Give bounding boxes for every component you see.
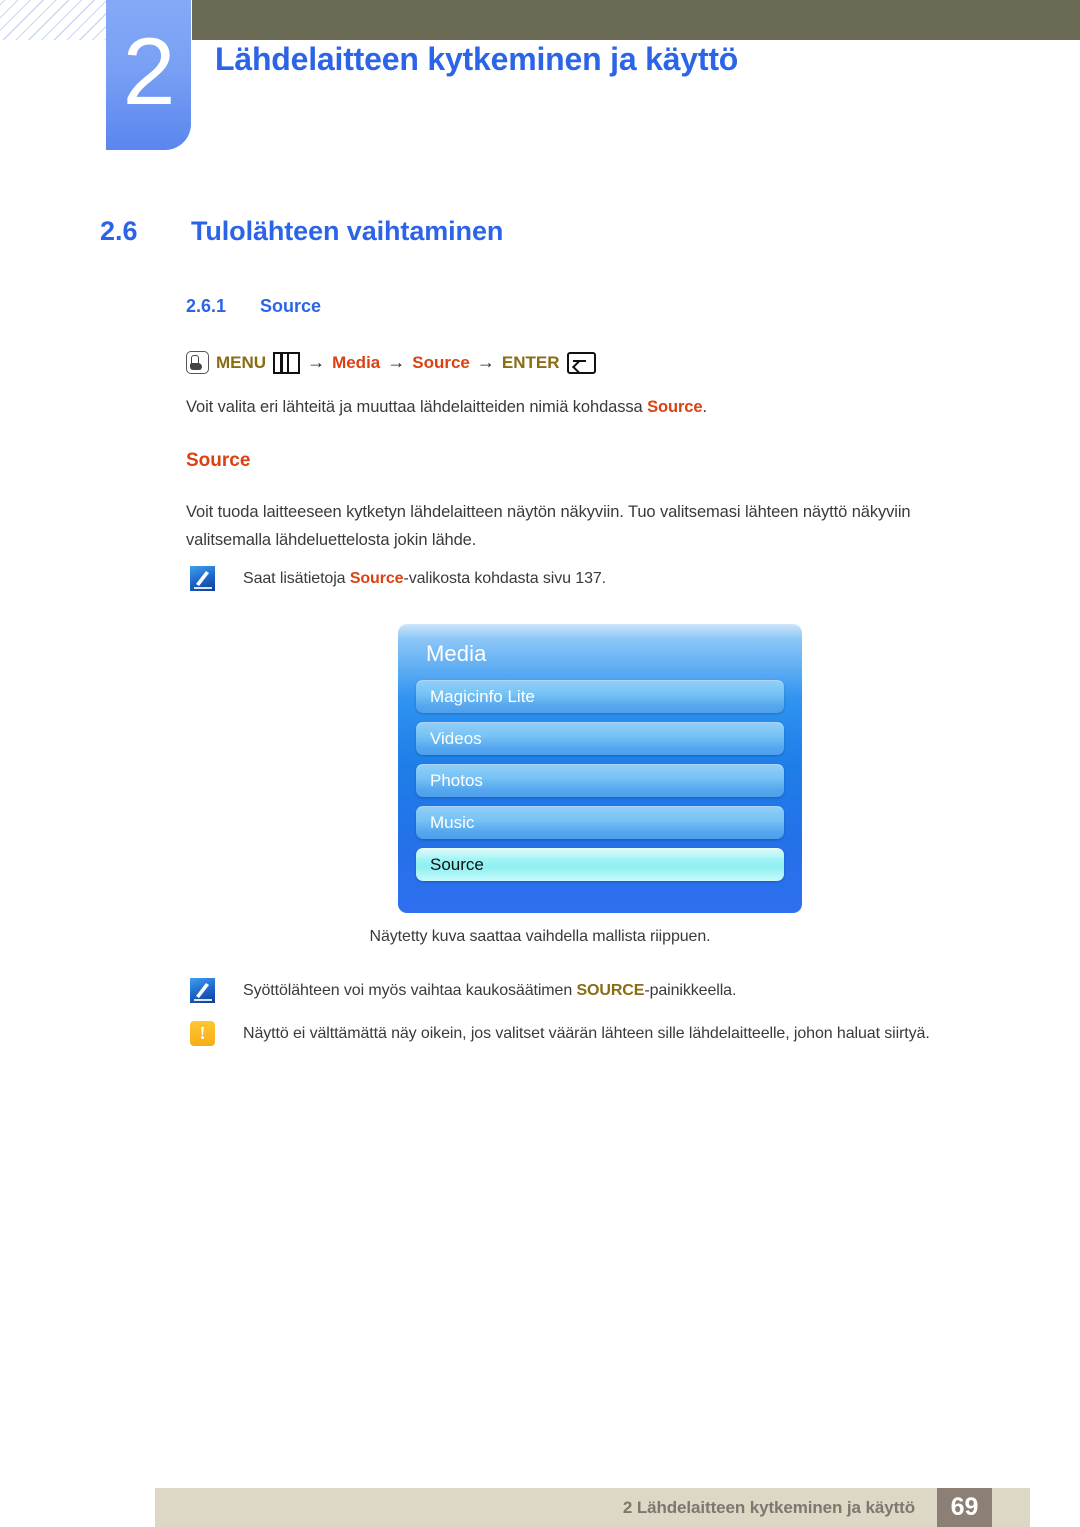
intro-highlight: Source	[647, 398, 703, 416]
intro-text-after: .	[702, 398, 707, 416]
osd-item-photos[interactable]: Photos	[416, 764, 784, 797]
section-number: 2.6	[100, 216, 138, 246]
note-text: Syöttölähteen voi myös vaihtaa kaukosäät…	[243, 978, 736, 1003]
note-item: Syöttölähteen voi myös vaihtaa kaukosäät…	[190, 978, 1010, 1003]
note-text-after: -painikkeella.	[644, 982, 737, 999]
page-footer: 2 Lähdelaitteen kytkeminen ja käyttö 69	[155, 1488, 1030, 1527]
intro-text-before: Voit valita eri lähteitä ja muuttaa lähd…	[186, 398, 648, 416]
hatch-pattern-decoration	[0, 0, 106, 40]
note-highlight: Source	[349, 570, 404, 587]
note-text: Saat lisätietoja Source-valikosta kohdas…	[243, 566, 606, 591]
intro-paragraph: Voit valita eri lähteitä ja muuttaa lähd…	[186, 393, 986, 421]
footer-chapter-text: 2 Lähdelaitteen kytkeminen ja käyttö	[622, 1497, 915, 1517]
warning-note-text: Näyttö ei välttämättä näy oikein, jos va…	[243, 1025, 930, 1042]
subsection-heading: 2.6.1 Source	[186, 296, 321, 317]
path-step-media: Media	[332, 352, 381, 372]
osd-item-videos[interactable]: Videos	[416, 722, 784, 755]
enter-label: ENTER	[501, 352, 560, 372]
warning-icon: !	[190, 1021, 215, 1046]
note-pen-icon	[190, 978, 215, 1003]
menu-label: MENU	[216, 352, 267, 372]
osd-item-source[interactable]: Source	[416, 848, 784, 881]
subsection-number: 2.6.1	[186, 296, 227, 316]
note-pen-icon	[190, 566, 215, 591]
note-text-before: Syöttölähteen voi myös vaihtaa kaukosäät…	[243, 982, 577, 999]
chapter-title: Lähdelaitteen kytkeminen ja käyttö	[215, 41, 739, 77]
menu-bars-icon	[273, 351, 301, 374]
osd-item-label: Videos	[430, 729, 482, 748]
osd-caption: Näytetty kuva saattaa vaihdella mallista…	[369, 928, 711, 945]
chapter-number: 2	[122, 19, 176, 125]
osd-item-magicinfo-lite[interactable]: Magicinfo Lite	[416, 680, 784, 713]
osd-item-label: Photos	[430, 771, 483, 790]
enter-return-icon	[566, 351, 596, 374]
note-text-before: Saat lisätietoja	[243, 570, 350, 587]
path-arrow-2: →	[387, 352, 406, 372]
osd-title: Media	[426, 641, 487, 666]
osd-item-music[interactable]: Music	[416, 806, 784, 839]
footer-page-number: 69	[937, 1488, 992, 1527]
source-sub-heading: Source	[186, 450, 251, 471]
warning-note-item: ! Näyttö ei välttämättä näy oikein, jos …	[190, 1021, 1010, 1046]
path-arrow-3: →	[476, 352, 495, 372]
osd-item-label: Music	[430, 813, 475, 832]
section-heading: 2.6 Tulolähteen vaihtaminen	[100, 216, 503, 247]
path-step-source: Source	[412, 352, 470, 372]
menu-path: MENU → Media → Source → ENTER	[186, 351, 603, 374]
section-title: Tulolähteen vaihtaminen	[191, 216, 504, 246]
note-text-after: -valikosta kohdasta sivu 137.	[403, 570, 607, 587]
header-olive-bar	[192, 0, 1080, 40]
chapter-number-box: 2	[106, 0, 191, 150]
note-highlight: SOURCE	[576, 982, 645, 999]
body-paragraph: Voit tuoda laitteeseen kytketyn lähdelai…	[186, 503, 911, 550]
osd-media-menu: Media Magicinfo Lite Videos Photos Music…	[398, 624, 802, 913]
path-arrow-1: →	[307, 352, 326, 372]
osd-item-label: Magicinfo Lite	[430, 687, 535, 706]
chapter-header: 2 Lähdelaitteen kytkeminen ja käyttö	[0, 0, 1080, 160]
hand-press-icon	[186, 351, 209, 374]
subsection-title: Source	[260, 296, 322, 316]
osd-item-label: Source	[430, 855, 484, 874]
note-item: Saat lisätietoja Source-valikosta kohdas…	[190, 566, 1010, 591]
